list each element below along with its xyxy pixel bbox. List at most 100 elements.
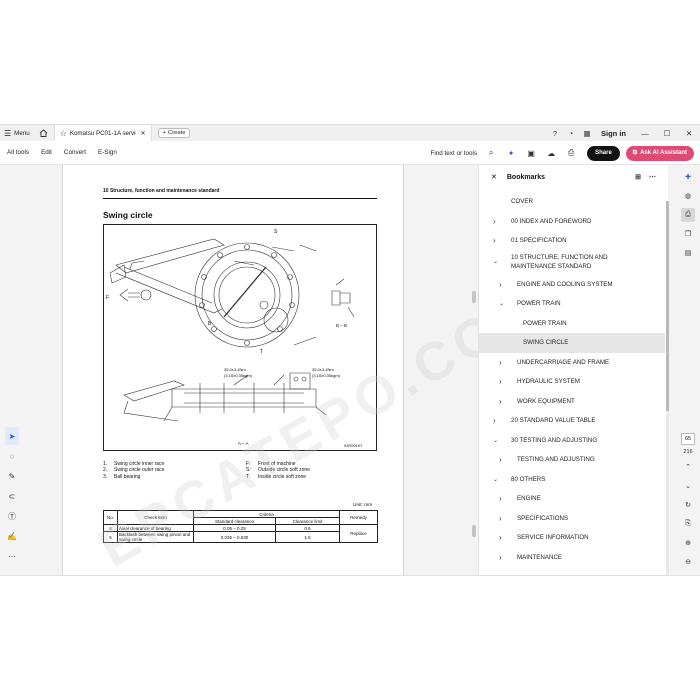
bookmark-options-icon[interactable]: ⋯ [649, 173, 656, 181]
cell-item: Axial clearance of bearing [117, 524, 194, 532]
refresh-icon[interactable]: ↻ [681, 498, 695, 512]
star-icon[interactable]: ☆ [60, 129, 67, 138]
comments-panel-icon[interactable]: ◍ [681, 189, 695, 203]
home-icon [39, 129, 48, 137]
chevron-down-icon[interactable]: ⌄ [493, 258, 498, 266]
more-tools-icon[interactable]: ⋯ [5, 547, 19, 565]
pages-panel-icon[interactable]: ❐ [681, 227, 695, 241]
bookmark-item[interactable]: ⌄ 10 STRUCTURE, FUNCTION AND MAINTENANCE S… [479, 251, 665, 275]
header-criteria: Criteria [193, 510, 340, 518]
chevron-right-icon[interactable]: › [499, 553, 502, 562]
page-down-icon[interactable]: ⌄ [681, 479, 695, 493]
convert-menu[interactable]: Convert [64, 149, 86, 156]
label-b: B [208, 321, 212, 327]
text-box-icon[interactable]: Ⓣ [5, 507, 19, 525]
document-page[interactable]: 10 Structure, function and maintenance s… [62, 165, 404, 575]
header-clearance-limit: Clearance limit [275, 517, 340, 525]
minimize-icon[interactable]: — [634, 129, 656, 138]
home-button[interactable] [34, 125, 54, 141]
sign-in-link[interactable]: Sign in [601, 129, 626, 138]
bookmark-item[interactable]: › TESTING AND ADJUSTING [479, 450, 665, 470]
bookmark-item[interactable]: › ENGINE AND COOLING SYSTEM [479, 275, 665, 295]
document-tab[interactable]: ☆ Komatsu PC01-1A servic... ✕ [53, 125, 152, 141]
bookmark-item[interactable]: › SPECIFICATIONS [479, 509, 665, 529]
chevron-down-icon[interactable]: ⌄ [499, 300, 504, 307]
chevron-right-icon[interactable]: › [493, 416, 496, 425]
bookmark-item[interactable]: ⌄ 30 TESTING AND ADJUSTING [479, 431, 665, 451]
select-tool-icon[interactable]: ➤ [5, 427, 19, 445]
document-scrollbar[interactable] [470, 165, 478, 575]
bookmark-item[interactable]: › UNDERCARRIAGE AND FRAME [479, 353, 665, 373]
chevron-right-icon[interactable]: › [499, 397, 502, 406]
bookmark-item[interactable]: › MAINTENANCE [479, 548, 665, 568]
help-icon[interactable]: ? [547, 129, 563, 138]
all-tools-menu[interactable]: All tools [7, 149, 29, 156]
chevron-down-icon[interactable]: ⌄ [493, 476, 498, 483]
find-text-field[interactable]: Find text or tools [431, 150, 478, 157]
chevron-right-icon[interactable]: › [499, 494, 502, 503]
upload-cloud-icon[interactable]: ☁ [541, 149, 561, 158]
bookmark-item[interactable]: ⌄ POWER TRAIN [479, 294, 665, 314]
draw-shape-icon[interactable]: ⊂ [5, 487, 19, 505]
chevron-right-icon[interactable]: › [499, 377, 502, 386]
ask-ai-assistant-button[interactable]: ⧉ Ask AI Assistant [625, 145, 694, 161]
section-header: 10 Structure, function and maintenance s… [103, 188, 220, 194]
bookmark-item[interactable]: › SERVICE INFORMATION [479, 528, 665, 548]
add-bookmark-icon[interactable]: ⊞ [635, 173, 641, 181]
zoom-out-icon[interactable]: ⊖ [681, 555, 695, 569]
chevron-right-icon[interactable]: › [493, 236, 496, 245]
chevron-right-icon[interactable]: › [499, 455, 502, 464]
share-button[interactable]: Share [587, 145, 620, 161]
apps-grid-icon[interactable]: ▦ [579, 129, 595, 138]
bookmark-item[interactable]: › 20 STANDARD VALUE TABLE [479, 411, 665, 431]
chevron-right-icon[interactable]: › [499, 280, 502, 289]
right-tool-rail: ✚ ◍ ⎙ ❐ ▤ 65 216 ⌃ ⌄ ↻ ⎘ ⊕ ⊖ [676, 165, 700, 575]
chevron-right-icon[interactable]: › [499, 514, 502, 523]
zoom-in-icon[interactable]: ⊕ [681, 536, 695, 550]
bookmark-item[interactable]: SWING CIRCLE [479, 333, 665, 353]
current-page-field[interactable]: 65 [681, 433, 695, 445]
header-no: No. [103, 510, 118, 525]
comment-tool-icon[interactable]: ◌ [5, 447, 19, 465]
ai-tools-icon[interactable]: ✦ [501, 149, 521, 158]
close-panel-icon[interactable]: ✕ [491, 173, 497, 181]
save-icon[interactable]: ▣ [521, 149, 541, 158]
bookmarks-panel-icon[interactable]: ⎙ [681, 208, 695, 222]
bookmark-item[interactable]: › 01 SPECIFICATION [479, 231, 665, 251]
bookmarks-scrollbar[interactable] [666, 201, 669, 575]
bookmark-item[interactable]: COVER [479, 192, 665, 212]
chevron-down-icon[interactable]: ⌄ [493, 437, 498, 444]
scrollbar-handle-lower[interactable] [472, 525, 476, 537]
ai-assistant-icon: ⧉ [632, 149, 638, 156]
close-tab-icon[interactable]: ✕ [140, 130, 145, 137]
cell-item: Backlash between swing pinion and swing … [117, 531, 194, 543]
bookmark-item[interactable]: ⌄ 80 OTHERS [479, 470, 665, 490]
esign-menu[interactable]: E-Sign [98, 149, 117, 156]
edit-menu[interactable]: Edit [41, 149, 52, 156]
print-icon[interactable]: ⎙ [561, 148, 581, 158]
notifications-icon[interactable]: ◔ [563, 129, 579, 138]
bookmark-item[interactable]: › 00 INDEX AND FOREWORD [479, 212, 665, 232]
maximize-icon[interactable]: ☐ [656, 129, 678, 138]
chevron-right-icon[interactable]: › [499, 533, 502, 542]
bookmark-item[interactable]: POWER TRAIN [479, 314, 665, 334]
chevron-right-icon[interactable]: › [499, 358, 502, 367]
attachments-icon[interactable]: ▤ [681, 246, 695, 260]
label-torque-2b: (3.15±0.35kgm) [312, 373, 341, 378]
fit-page-icon[interactable]: ⎘ [681, 517, 695, 531]
bookmark-item[interactable]: › HYDRAULIC SYSTEM [479, 372, 665, 392]
bookmark-item[interactable]: › ENGINE [479, 489, 665, 509]
ai-summary-icon[interactable]: ✚ [681, 170, 695, 184]
highlight-pen-icon[interactable]: ✎ [5, 467, 19, 485]
create-button[interactable]: + Create [157, 128, 191, 138]
scrollbar-handle[interactable] [472, 291, 476, 303]
bookmarks-scrollbar-handle[interactable] [666, 201, 669, 411]
menu-button[interactable]: ☰ Menu [0, 125, 34, 141]
page-up-icon[interactable]: ⌃ [681, 460, 695, 474]
stamp-icon[interactable]: ✍ [5, 527, 19, 545]
bookmark-item[interactable]: › WORK EQUIPMENT [479, 392, 665, 412]
label-t: T [260, 349, 263, 355]
search-icon[interactable]: ⌕ [481, 148, 501, 158]
chevron-right-icon[interactable]: › [493, 217, 496, 226]
close-window-icon[interactable]: ✕ [678, 129, 700, 138]
